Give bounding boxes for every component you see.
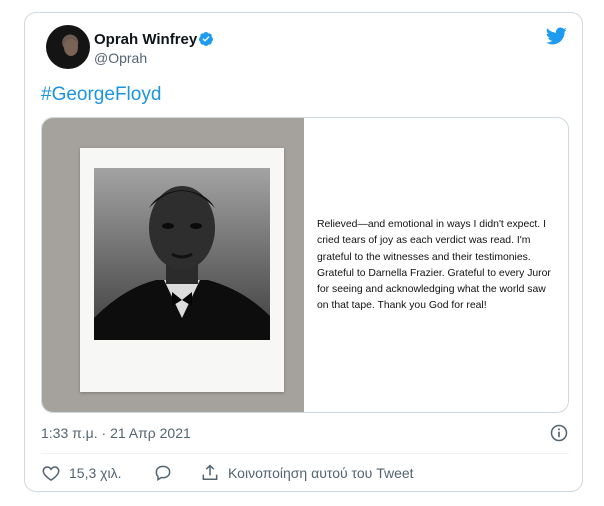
author-name[interactable]: Oprah Winfrey <box>94 31 197 48</box>
portrait-photo <box>94 168 270 340</box>
tweet-timestamp[interactable]: 1:33 π.μ. · 21 Απρ 2021 <box>41 425 191 441</box>
hashtag-link[interactable]: #GeorgeFloyd <box>41 84 161 106</box>
portrait-illustration <box>94 168 270 340</box>
divider <box>41 453 569 454</box>
share-label: Κοινοποίηση αυτού του Tweet <box>228 465 414 481</box>
reply-button[interactable] <box>153 461 181 485</box>
verified-badge-icon <box>198 32 213 46</box>
heart-icon <box>42 466 60 481</box>
share-button[interactable]: Κοινοποίηση αυτού του Tweet <box>200 461 414 485</box>
tweet-embed-card: Oprah Winfrey @Oprah #GeorgeFloyd Reliev… <box>24 12 583 492</box>
like-count: 15,3 χιλ. <box>69 465 122 481</box>
avatar[interactable] <box>46 25 90 69</box>
share-upload-icon <box>202 464 218 480</box>
tweet-image[interactable]: Relieved—and emotional in ways I didn't … <box>41 117 569 413</box>
polaroid-frame <box>80 148 284 392</box>
info-icon[interactable] <box>549 423 569 443</box>
speech-bubble-icon <box>155 465 171 482</box>
image-quote-text: Relieved—and emotional in ways I didn't … <box>317 219 551 312</box>
twitter-bird-icon[interactable] <box>543 25 569 47</box>
like-button[interactable]: 15,3 χιλ. <box>41 461 122 485</box>
author-handle[interactable]: @Oprah <box>94 50 147 66</box>
